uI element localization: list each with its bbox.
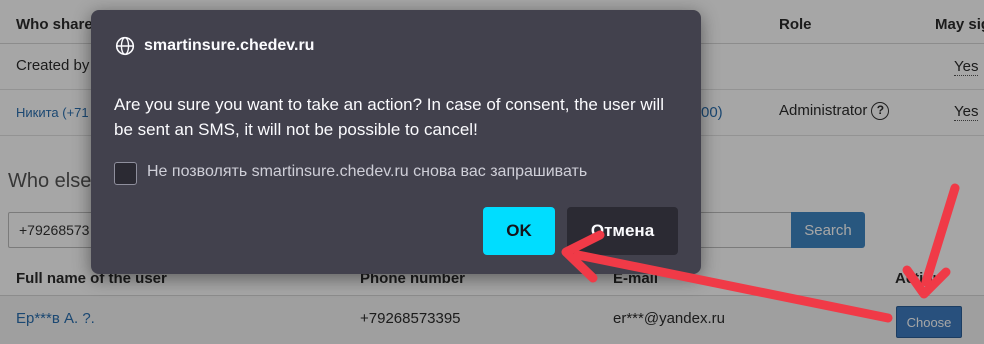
dont-ask-checkbox[interactable] bbox=[114, 162, 137, 185]
dont-ask-checkbox-label[interactable]: Не позволять smartinsure.chedev.ru снова… bbox=[147, 163, 587, 181]
cancel-button[interactable]: Отмена bbox=[567, 207, 678, 255]
dialog-title: smartinsure.chedev.ru bbox=[144, 37, 315, 54]
confirm-dialog: smartinsure.chedev.ru Are you sure you w… bbox=[91, 10, 701, 274]
ok-button[interactable]: OK bbox=[483, 207, 555, 255]
globe-icon bbox=[115, 36, 135, 56]
dialog-message: Are you sure you want to take an action?… bbox=[114, 95, 664, 139]
